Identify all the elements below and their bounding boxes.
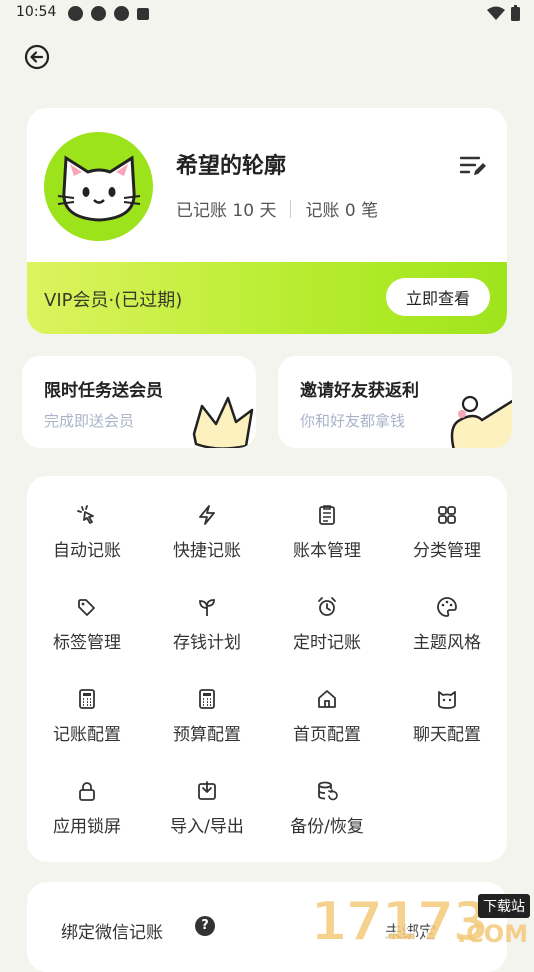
grid-label: 聊天配置 (413, 725, 481, 745)
grid-item-tag-manage[interactable]: 标签管理 (27, 576, 147, 656)
grid-item-scheduled-bookkeeping[interactable]: 定时记账 (267, 576, 387, 656)
grid-item-import-export[interactable]: 导入/导出 (147, 760, 267, 840)
grid-item-theme-style[interactable]: 主题风格 (387, 576, 507, 656)
clipboard-icon (319, 505, 335, 525)
avatar[interactable] (44, 132, 153, 241)
notification-app-icon (114, 6, 129, 21)
backup-icon (318, 781, 338, 801)
grid-label: 首页配置 (293, 725, 361, 745)
invite-promo-card[interactable]: 邀请好友获返利 你和好友都拿钱 (278, 356, 512, 448)
edit-list-icon[interactable] (459, 154, 487, 178)
import-export-icon (198, 781, 216, 800)
grid-item-bookkeeping-config[interactable]: 记账配置 (27, 668, 147, 748)
paw-handshake-icon (450, 395, 512, 448)
help-icon[interactable]: ? (195, 916, 215, 936)
home-icon (318, 690, 336, 708)
crown-icon (192, 396, 254, 448)
grid-label: 快捷记账 (173, 541, 241, 561)
notification-icons (68, 6, 149, 21)
notification-app-icon (91, 6, 106, 21)
tags-icon (78, 599, 95, 616)
notification-a-icon (137, 8, 149, 20)
grid-label: 账本管理 (293, 541, 361, 561)
lightning-icon (199, 505, 215, 525)
stat-count: 记账 0 笔 (305, 201, 379, 221)
grid-item-home-config[interactable]: 首页配置 (267, 668, 387, 748)
alarm-icon (318, 597, 336, 616)
grid-label: 备份/恢复 (290, 817, 364, 837)
sprout-icon (199, 599, 215, 616)
promo-title: 邀请好友获返利 (300, 381, 419, 401)
grid-label: 应用锁屏 (53, 817, 121, 837)
watermark-tag: 下载站 (478, 894, 530, 918)
grid-label: 主题风格 (413, 633, 481, 653)
vip-banner: VIP会员·(已过期) 立即查看 (27, 262, 507, 334)
grid-item-app-lock[interactable]: 应用锁屏 (27, 760, 147, 840)
grid-label: 自动记账 (53, 541, 121, 561)
status-bar: 10:54 (0, 0, 534, 28)
bind-wechat-label: 绑定微信记账 (61, 923, 163, 943)
username: 希望的轮廓 (176, 154, 287, 179)
grid-item-saving-plan[interactable]: 存钱计划 (147, 576, 267, 656)
calculator-icon (199, 689, 215, 709)
grid-label: 预算配置 (173, 725, 241, 745)
watermark-suffix: .COM (456, 920, 528, 948)
calculator-icon (79, 689, 95, 709)
grid-item-backup-restore[interactable]: 备份/恢复 (267, 760, 387, 840)
promo-subtitle: 你和好友都拿钱 (300, 412, 406, 430)
grid-label: 定时记账 (293, 633, 361, 653)
grid-label: 导入/导出 (170, 817, 244, 837)
stats-divider (290, 199, 292, 218)
grid-item-ledger-manage[interactable]: 账本管理 (267, 484, 387, 564)
grid-icon (438, 506, 456, 524)
grid-label: 存钱计划 (173, 633, 241, 653)
profile-card: 希望的轮廓 已记账 10 天 记账 0 笔 VIP会员·(已过期) 立即查看 (27, 108, 507, 334)
back-icon[interactable] (24, 44, 50, 70)
wifi-icon (487, 6, 505, 20)
grid-label: 标签管理 (53, 633, 121, 653)
promo-title: 限时任务送会员 (44, 381, 163, 401)
stat-days: 已记账 10 天 (176, 201, 277, 221)
feature-grid: 自动记账 快捷记账 账本管理 分类管理 标签管理 存钱计划 定时记账 主题风格 … (27, 476, 507, 862)
grid-item-chat-config[interactable]: 聊天配置 (387, 668, 507, 748)
grid-item-quick-bookkeeping[interactable]: 快捷记账 (147, 484, 267, 564)
cat-avatar-icon (57, 155, 141, 222)
cursor-click-icon (77, 505, 94, 524)
cat-icon (438, 691, 456, 709)
task-promo-card[interactable]: 限时任务送会员 完成即送会员 (22, 356, 256, 448)
vip-status: VIP会员·(已过期) (44, 290, 183, 311)
grid-item-category-manage[interactable]: 分类管理 (387, 484, 507, 564)
palette-icon (437, 597, 457, 617)
system-icons (487, 5, 520, 21)
grid-item-auto-bookkeeping[interactable]: 自动记账 (27, 484, 147, 564)
notification-app-icon (68, 6, 83, 21)
grid-item-budget-config[interactable]: 预算配置 (147, 668, 267, 748)
battery-icon (511, 5, 520, 21)
grid-label: 分类管理 (413, 541, 481, 561)
promo-subtitle: 完成即送会员 (44, 412, 135, 430)
status-time: 10:54 (16, 4, 57, 20)
grid-label: 记账配置 (53, 725, 121, 745)
lock-icon (79, 782, 95, 801)
stats-row: 已记账 10 天 记账 0 笔 (176, 196, 378, 221)
watermark: 17173 下载站 .COM (309, 889, 534, 954)
view-now-button[interactable]: 立即查看 (386, 278, 490, 316)
